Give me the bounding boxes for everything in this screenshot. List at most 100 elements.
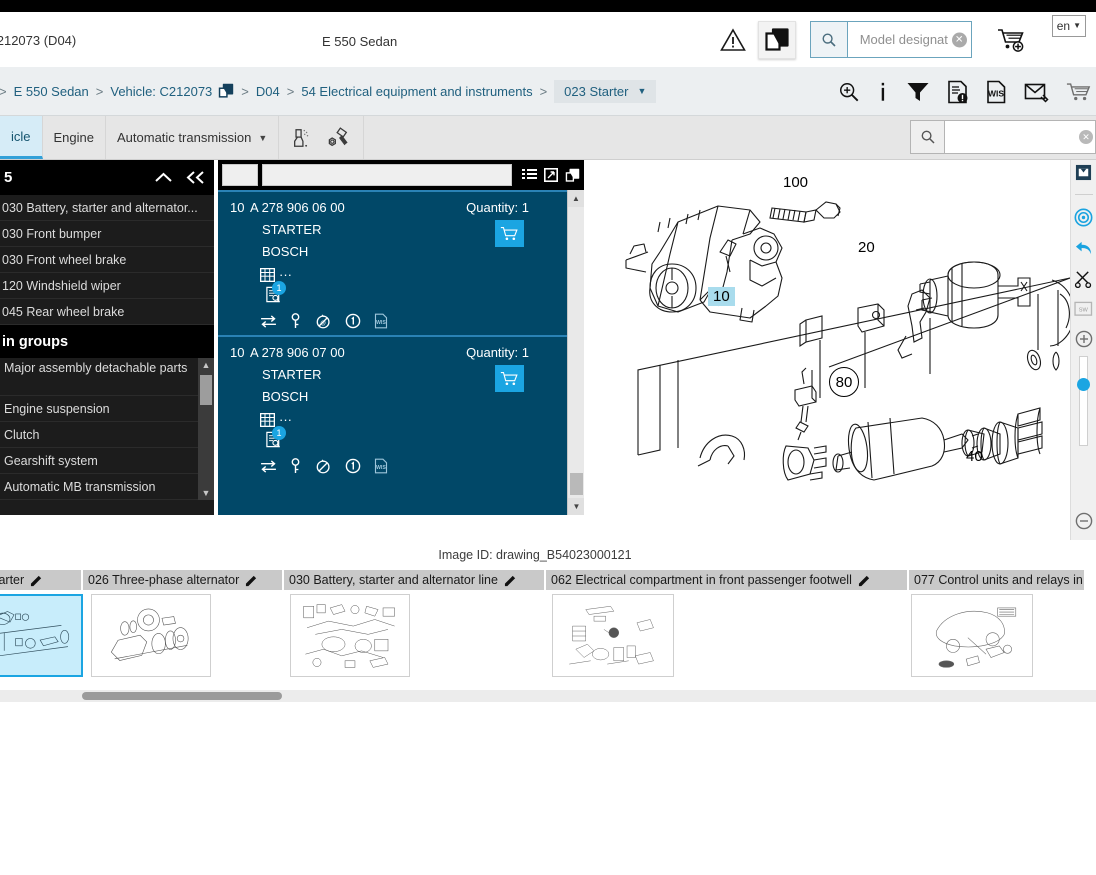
part-search-box[interactable]: ✕ <box>910 120 1096 154</box>
tree-group-item-2[interactable]: Clutch <box>0 422 214 448</box>
diagram-callout-80[interactable]: 80 <box>829 367 859 397</box>
thumbnail-image[interactable] <box>911 594 1033 677</box>
thumbnail-item-3[interactable]: 062 Electrical compartment in front pass… <box>546 570 909 677</box>
scroll-up-icon[interactable]: ▲ <box>568 190 584 207</box>
exchange-icon[interactable] <box>260 315 277 328</box>
thumbnail-item-2[interactable]: 030 Battery, starter and alternator line <box>284 570 546 677</box>
scroll-down-icon[interactable]: ▼ <box>568 498 584 515</box>
tree-item-1[interactable]: 030 Front bumper <box>0 221 214 247</box>
edit-pencil-icon[interactable] <box>858 574 871 587</box>
table-row[interactable]: 10 A 278 906 06 00 Quantity: 1 STARTER B… <box>218 190 584 335</box>
filter-icon[interactable] <box>906 81 930 103</box>
wis-document-icon[interactable]: WIS <box>374 458 388 474</box>
thumbnail-image[interactable] <box>552 594 674 677</box>
diagram-callout-100[interactable]: 100 <box>783 174 808 191</box>
diagram-callout-20[interactable]: 20 <box>858 239 875 256</box>
parts-scrollbar[interactable]: ▲ ▼ <box>567 190 584 515</box>
model-search-field[interactable]: ✕ <box>848 22 971 57</box>
mail-edit-icon[interactable] <box>1024 81 1049 103</box>
part-search-input[interactable] <box>951 130 1089 145</box>
thumbnail-horizontal-scrollbar[interactable] <box>0 690 1096 702</box>
thumbnail-image[interactable] <box>290 594 410 677</box>
zoom-in-icon[interactable] <box>838 81 860 103</box>
sw-box-icon[interactable]: SW <box>1074 301 1093 317</box>
breadcrumb-item-1[interactable]: Vehicle: C212073 <box>110 84 212 99</box>
parts-filter-prefix[interactable] <box>222 164 258 186</box>
paint-spray-icon[interactable] <box>291 127 313 149</box>
tab-engine[interactable]: Engine <box>43 116 106 159</box>
thumbnail-item-0[interactable]: tarter <box>0 570 83 677</box>
diagram-callout-40[interactable]: 40 <box>966 448 983 465</box>
one-circle-icon[interactable] <box>345 313 361 329</box>
exploded-diagram-image[interactable] <box>600 160 1070 540</box>
scroll-down-icon[interactable]: ▼ <box>198 486 214 500</box>
breadcrumb-item-2[interactable]: D04 <box>256 84 280 99</box>
parts-diagram-panel[interactable]: 100 10 20 80 40 <box>600 160 1096 540</box>
breadcrumb-item-0[interactable]: E 550 Sedan <box>14 84 89 99</box>
tree-group-item-4[interactable]: Automatic MB transmission <box>0 474 214 500</box>
key-icon[interactable] <box>290 313 302 329</box>
warning-triangle-icon[interactable] <box>716 23 750 57</box>
copy-windows-icon[interactable] <box>565 168 580 183</box>
no-entry-icon[interactable] <box>315 458 332 474</box>
scissors-icon[interactable] <box>1074 270 1093 288</box>
exchange-icon[interactable] <box>260 460 277 473</box>
table-icon[interactable] <box>260 413 275 427</box>
print-icon[interactable] <box>1075 164 1092 181</box>
thumbnail-item-4[interactable]: 077 Control units and relays in <box>909 570 1086 677</box>
clear-search-icon[interactable]: ✕ <box>1079 130 1093 144</box>
thumbnail-image[interactable] <box>0 594 83 677</box>
document-alert-icon[interactable] <box>947 80 969 104</box>
parts-filter-input[interactable] <box>262 164 512 186</box>
target-icon[interactable] <box>1074 208 1093 227</box>
edit-pencil-icon[interactable] <box>504 574 517 587</box>
tab-automatic-transmission[interactable]: Automatic transmission ▼ <box>106 116 279 159</box>
scrollbar-thumb[interactable] <box>570 473 583 495</box>
wis-document-icon[interactable]: WIS <box>374 313 388 329</box>
tab-vehicle[interactable]: icle <box>0 116 43 159</box>
edit-pencil-icon[interactable] <box>30 574 43 587</box>
table-row[interactable]: 10 A 278 906 07 00 Quantity: 1 STARTER B… <box>218 335 584 480</box>
tree-group-item-1[interactable]: Engine suspension <box>0 396 214 422</box>
add-to-cart-button[interactable] <box>495 365 524 392</box>
zoom-in-circle-icon[interactable] <box>1075 330 1093 348</box>
scrollbar-thumb[interactable] <box>82 692 282 700</box>
bolt-hardware-icon[interactable] <box>327 127 351 149</box>
tree-scrollbar[interactable]: ▲ ▼ <box>198 358 214 500</box>
tree-group-item-0[interactable]: Major assembly detachable parts <box>0 358 214 396</box>
tree-item-4[interactable]: 045 Rear wheel brake <box>0 299 214 325</box>
key-icon[interactable] <box>290 458 302 474</box>
tree-item-3[interactable]: 120 Windshield wiper <box>0 273 214 299</box>
breadcrumb-item-3[interactable]: 54 Electrical equipment and instruments <box>301 84 532 99</box>
note-search-icon[interactable]: 1 <box>260 286 282 303</box>
model-search-box[interactable]: ✕ <box>810 21 972 58</box>
info-icon[interactable] <box>877 81 889 103</box>
part-search-field[interactable]: ✕ <box>945 121 1095 153</box>
no-entry-icon[interactable]: @ <box>315 313 332 329</box>
scrollbar-thumb[interactable] <box>200 375 212 405</box>
wis-document-icon[interactable]: WIS <box>986 80 1007 104</box>
scroll-up-icon[interactable]: ▲ <box>198 358 214 372</box>
clear-search-icon[interactable]: ✕ <box>952 32 967 47</box>
tree-group-item-3[interactable]: Gearshift system <box>0 448 214 474</box>
add-to-cart-button[interactable] <box>495 220 524 247</box>
search-icon[interactable] <box>911 121 945 153</box>
double-chevron-left-icon[interactable] <box>185 170 206 185</box>
undo-icon[interactable] <box>1074 240 1093 257</box>
copy-windows-icon[interactable] <box>218 83 234 99</box>
zoom-slider[interactable] <box>1079 356 1088 446</box>
note-search-icon[interactable]: 1 <box>260 431 282 448</box>
tree-item-0[interactable]: 030 Battery, starter and alternator... <box>0 195 214 221</box>
edit-pencil-icon[interactable] <box>245 574 258 587</box>
table-icon[interactable] <box>260 268 275 282</box>
thumbnail-item-1[interactable]: 026 Three-phase alternator <box>83 570 284 677</box>
breadcrumb-current-dropdown[interactable]: 023 Starter ▼ <box>554 80 656 103</box>
cart-add-icon[interactable] <box>994 22 1030 58</box>
search-icon[interactable] <box>811 22 848 57</box>
thumbnail-image[interactable] <box>91 594 211 677</box>
chevron-up-icon[interactable] <box>154 171 173 184</box>
zoom-slider-thumb[interactable] <box>1077 378 1090 391</box>
tree-item-2[interactable]: 030 Front wheel brake <box>0 247 214 273</box>
one-circle-icon[interactable] <box>345 458 361 474</box>
diagram-callout-10[interactable]: 10 <box>708 287 735 306</box>
